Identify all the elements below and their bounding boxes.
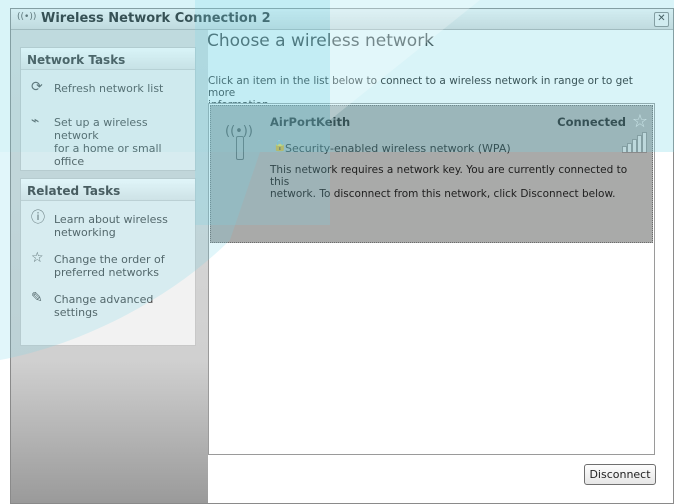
related-tasks-header[interactable]: Related Tasks xyxy=(21,179,195,201)
change-advanced-settings-link[interactable]: ✎ Change advanced settings xyxy=(21,290,195,319)
related-tasks-panel: Related Tasks ⓘ Learn about wireless net… xyxy=(20,178,196,346)
task-label: Change the order of xyxy=(54,253,165,266)
task-label: Change advanced xyxy=(54,293,154,306)
task-label: Learn about wireless xyxy=(54,213,168,226)
star-icon: ☆ xyxy=(31,250,44,266)
disconnect-button[interactable]: Disconnect xyxy=(584,464,656,485)
overlay-horizontal-band xyxy=(0,0,674,152)
task-label: networking xyxy=(54,226,116,239)
learn-wireless-link[interactable]: ⓘ Learn about wireless networking xyxy=(21,210,195,239)
info-icon: ⓘ xyxy=(31,210,45,226)
change-order-link[interactable]: ☆ Change the order of preferred networks xyxy=(21,250,195,279)
task-label: preferred networks xyxy=(54,266,159,279)
advanced-settings-icon: ✎ xyxy=(31,290,43,306)
overlay-vertical-band xyxy=(195,0,330,225)
task-label: settings xyxy=(54,306,98,319)
